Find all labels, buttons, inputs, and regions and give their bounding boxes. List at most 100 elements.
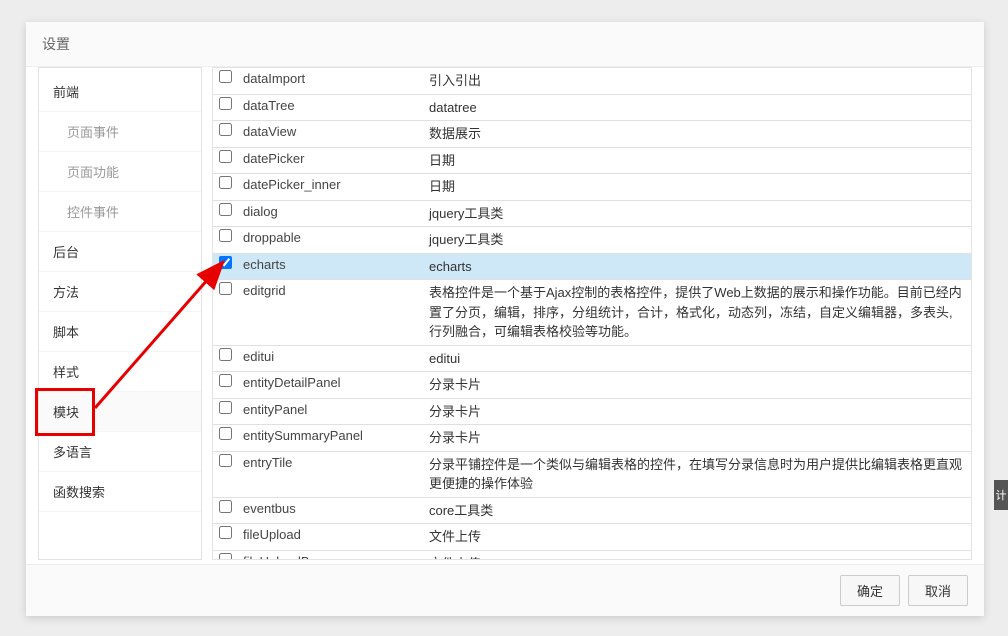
row-checkbox-cell (213, 346, 237, 363)
row-name: fileUpload (237, 524, 423, 545)
table-row[interactable]: edituieditui (213, 346, 971, 373)
row-desc: datatree (423, 95, 971, 121)
table-row[interactable]: droppablejquery工具类 (213, 227, 971, 254)
row-desc: jquery工具类 (423, 227, 971, 253)
row-checkbox-cell (213, 551, 237, 561)
sidebar-item-4[interactable]: 后台 (39, 232, 201, 272)
row-desc: 分录平铺控件是一个类似与编辑表格的控件，在填写分录信息时为用户提供比编辑表格更直… (423, 452, 971, 497)
row-name: entityDetailPanel (237, 372, 423, 393)
row-checkbox[interactable] (219, 454, 232, 467)
row-checkbox[interactable] (219, 526, 232, 539)
row-desc: 文件上传 (423, 551, 971, 561)
row-checkbox-cell (213, 227, 237, 244)
sidebar-item-8[interactable]: 模块 (39, 392, 201, 432)
row-checkbox-cell (213, 174, 237, 191)
sidebar-item-7[interactable]: 样式 (39, 352, 201, 392)
settings-modal: 设置 前端页面事件页面功能控件事件后台方法脚本样式模块多语言函数搜索 dataI… (26, 22, 984, 616)
table-row[interactable]: entryTile分录平铺控件是一个类似与编辑表格的控件，在填写分录信息时为用户… (213, 452, 971, 498)
row-desc: echarts (423, 254, 971, 280)
row-checkbox[interactable] (219, 97, 232, 110)
sidebar-item-1[interactable]: 页面事件 (39, 112, 201, 152)
row-name: droppable (237, 227, 423, 248)
cancel-button[interactable]: 取消 (908, 575, 968, 606)
row-checkbox[interactable] (219, 150, 232, 163)
row-checkbox-cell (213, 68, 237, 85)
row-name: entityPanel (237, 399, 423, 420)
table-row[interactable]: entitySummaryPanel分录卡片 (213, 425, 971, 452)
row-name: dataImport (237, 68, 423, 89)
row-desc: 分录卡片 (423, 399, 971, 425)
row-checkbox-cell (213, 524, 237, 541)
row-checkbox[interactable] (219, 70, 232, 83)
row-desc: 分录卡片 (423, 425, 971, 451)
sidebar-item-5[interactable]: 方法 (39, 272, 201, 312)
table-row[interactable]: fileUploadBase文件上传 (213, 551, 971, 561)
row-name: fileUploadBase (237, 551, 423, 561)
row-checkbox[interactable] (219, 282, 232, 295)
row-checkbox-cell (213, 452, 237, 469)
row-checkbox[interactable] (219, 427, 232, 440)
row-desc: 数据展示 (423, 121, 971, 147)
table-row[interactable]: fileUpload文件上传 (213, 524, 971, 551)
row-checkbox-cell (213, 254, 237, 271)
row-checkbox[interactable] (219, 500, 232, 513)
row-checkbox[interactable] (219, 401, 232, 414)
row-name: echarts (237, 254, 423, 275)
table-row[interactable]: dataImport引入引出 (213, 68, 971, 95)
row-checkbox[interactable] (219, 203, 232, 216)
sidebar-item-2[interactable]: 页面功能 (39, 152, 201, 192)
ok-button[interactable]: 确定 (840, 575, 900, 606)
row-name: datePicker (237, 148, 423, 169)
sidebar-item-3[interactable]: 控件事件 (39, 192, 201, 232)
row-checkbox-cell (213, 201, 237, 218)
row-checkbox[interactable] (219, 123, 232, 136)
module-table[interactable]: dataImport引入引出dataTreedatatreedataView数据… (212, 67, 972, 560)
row-checkbox[interactable] (219, 229, 232, 242)
row-desc: editui (423, 346, 971, 372)
row-desc: 日期 (423, 148, 971, 174)
row-desc: 表格控件是一个基于Ajax控制的表格控件，提供了Web上数据的展示和操作功能。目… (423, 280, 971, 345)
table-row[interactable]: eventbuscore工具类 (213, 498, 971, 525)
row-checkbox[interactable] (219, 374, 232, 387)
sidebar-item-6[interactable]: 脚本 (39, 312, 201, 352)
row-checkbox[interactable] (219, 348, 232, 361)
row-desc: 引入引出 (423, 68, 971, 94)
row-checkbox-cell (213, 148, 237, 165)
table-row[interactable]: datePicker_inner日期 (213, 174, 971, 201)
table-row[interactable]: entityDetailPanel分录卡片 (213, 372, 971, 399)
row-desc: jquery工具类 (423, 201, 971, 227)
table-row[interactable]: echartsecharts (213, 254, 971, 281)
row-checkbox-cell (213, 121, 237, 138)
row-checkbox[interactable] (219, 553, 232, 561)
row-checkbox-cell (213, 95, 237, 112)
table-row[interactable]: dialogjquery工具类 (213, 201, 971, 228)
row-name: eventbus (237, 498, 423, 519)
table-row[interactable]: dataTreedatatree (213, 95, 971, 122)
row-name: dialog (237, 201, 423, 222)
row-checkbox-cell (213, 280, 237, 297)
row-desc: 分录卡片 (423, 372, 971, 398)
row-name: dataTree (237, 95, 423, 116)
row-desc: 日期 (423, 174, 971, 200)
row-checkbox[interactable] (219, 176, 232, 189)
sidebar-item-9[interactable]: 多语言 (39, 432, 201, 472)
row-desc: 文件上传 (423, 524, 971, 550)
row-checkbox-cell (213, 498, 237, 515)
row-name: entryTile (237, 452, 423, 473)
row-checkbox-cell (213, 399, 237, 416)
modal-title: 设置 (26, 22, 984, 67)
row-desc: core工具类 (423, 498, 971, 524)
bg-side-tab: 计 (994, 480, 1008, 510)
sidebar-item-0[interactable]: 前端 (39, 72, 201, 112)
row-name: datePicker_inner (237, 174, 423, 195)
table-row[interactable]: entityPanel分录卡片 (213, 399, 971, 426)
table-row[interactable]: datePicker日期 (213, 148, 971, 175)
row-name: entitySummaryPanel (237, 425, 423, 446)
table-row[interactable]: editgrid表格控件是一个基于Ajax控制的表格控件，提供了Web上数据的展… (213, 280, 971, 346)
row-name: dataView (237, 121, 423, 142)
row-name: editgrid (237, 280, 423, 301)
sidebar-item-10[interactable]: 函数搜索 (39, 472, 201, 512)
table-row[interactable]: dataView数据展示 (213, 121, 971, 148)
modal-footer: 确定 取消 (26, 564, 984, 616)
row-checkbox[interactable] (219, 256, 232, 269)
